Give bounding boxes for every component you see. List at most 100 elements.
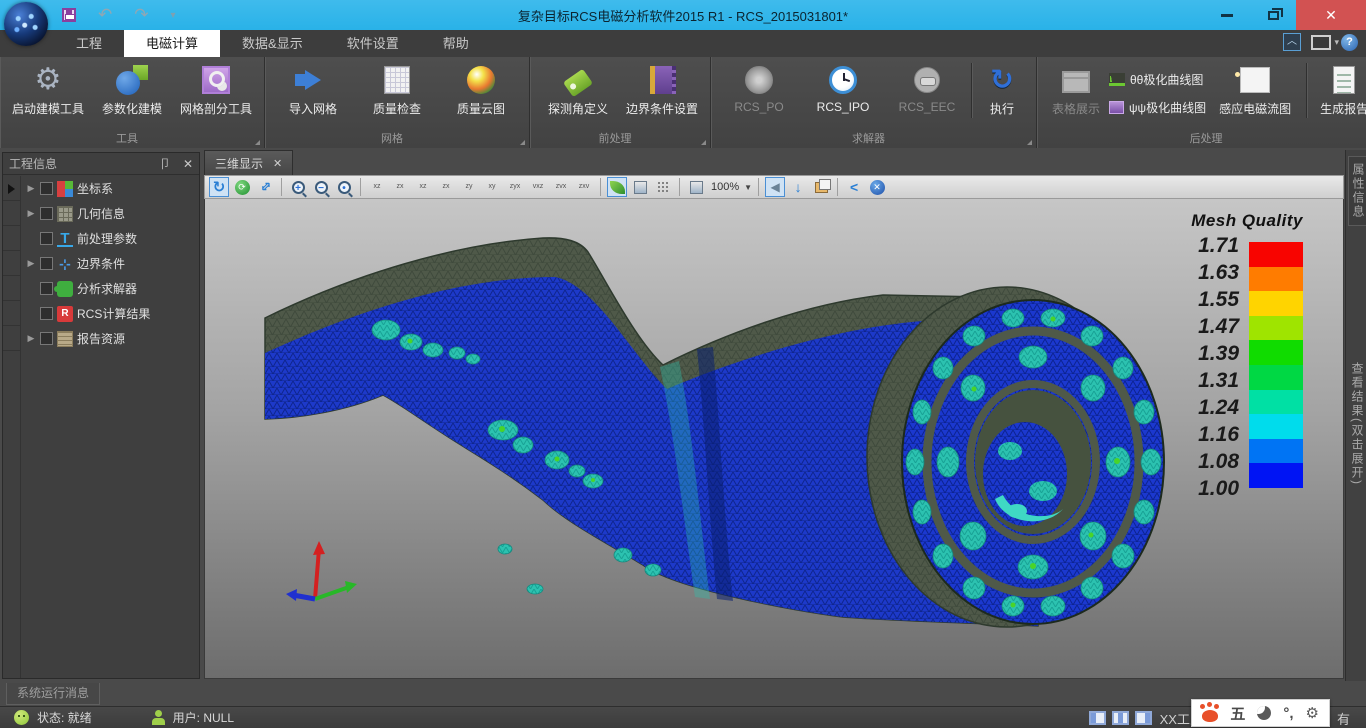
- checkbox[interactable]: [40, 257, 53, 270]
- tab-data-display[interactable]: 数据&显示: [220, 30, 325, 57]
- launch-modeling-tool-button[interactable]: ⚙ 启动建模工具: [6, 61, 90, 117]
- quality-check-button[interactable]: 质量检查: [355, 61, 439, 117]
- tab-close-icon[interactable]: ✕: [273, 157, 282, 170]
- mesh-partition-tool-button[interactable]: 网格剖分工具: [174, 61, 258, 117]
- group-expander-icon[interactable]: [255, 140, 260, 145]
- zoom-fit-button[interactable]: •: [334, 177, 354, 197]
- checkbox[interactable]: [40, 307, 53, 320]
- probe-angle-button[interactable]: 探测角定义: [536, 61, 620, 117]
- tab-em-computation[interactable]: 电磁计算: [124, 30, 220, 57]
- checkbox[interactable]: [40, 332, 53, 345]
- group-expander-icon[interactable]: [701, 140, 706, 145]
- group-expander-icon[interactable]: [520, 140, 525, 145]
- orbit-icon: ⟳: [235, 180, 250, 195]
- view-preset-button[interactable]: zy: [459, 177, 479, 197]
- boundary-condition-settings-button[interactable]: 边界条件设置: [620, 61, 704, 117]
- tree-item-preprocess-params[interactable]: T 前处理参数: [21, 226, 199, 251]
- expand-icon[interactable]: ▶: [25, 183, 37, 194]
- tree-item-boundary-conditions[interactable]: ▶ ⊹ 边界条件: [21, 251, 199, 276]
- execute-button[interactable]: ↻ 执行: [974, 61, 1030, 117]
- ime-moon-icon[interactable]: [1257, 706, 1271, 720]
- flat-shade-button[interactable]: [630, 177, 650, 197]
- rotate-view-button[interactable]: ↻: [209, 177, 229, 197]
- collapse-ribbon-icon[interactable]: ︿: [1283, 33, 1301, 51]
- view-preset-button[interactable]: zxv: [574, 177, 594, 197]
- viewport-3d[interactable]: Mesh Quality 1.711.63 1.551.47 1.391.31 …: [204, 199, 1344, 679]
- viewports-button[interactable]: [811, 177, 831, 197]
- zoom-dropdown-icon[interactable]: ▼: [744, 183, 752, 192]
- tab-view-results[interactable]: 查看结果(双击展开): [1349, 362, 1366, 486]
- view-preset-button[interactable]: xz: [367, 177, 387, 197]
- layout-right-panel-icon[interactable]: [1135, 711, 1152, 725]
- checkbox[interactable]: [40, 207, 53, 220]
- view-preset-button[interactable]: vxz: [528, 177, 548, 197]
- group-caption-mesh: 网格: [265, 130, 519, 146]
- tab-property-info[interactable]: 属性信息: [1348, 156, 1366, 226]
- panel-close-icon[interactable]: ✕: [183, 157, 193, 171]
- tab-help[interactable]: 帮助: [421, 30, 491, 57]
- group-expander-icon[interactable]: [1027, 140, 1032, 145]
- tab-system-messages[interactable]: 系统运行消息: [6, 683, 100, 705]
- import-mesh-button[interactable]: 导入网格: [271, 61, 355, 117]
- green-chart-icon: [1109, 73, 1125, 86]
- zoom-region-button[interactable]: [686, 177, 706, 197]
- help-icon[interactable]: ?: [1341, 34, 1358, 51]
- table-display-button: 表格展示: [1043, 61, 1109, 117]
- smooth-shade-button[interactable]: [607, 177, 627, 197]
- user-icon: [152, 710, 165, 725]
- theta-polar-curve-button[interactable]: θθ极化曲线图: [1109, 67, 1206, 91]
- tree-item-coordinate-system[interactable]: ▶ 坐标系: [21, 176, 199, 201]
- layout-middle-panel-icon[interactable]: [1112, 711, 1129, 725]
- checkbox[interactable]: [40, 232, 53, 245]
- group-caption-preprocess: 前处理: [530, 130, 700, 146]
- quality-contour-button[interactable]: 质量云图: [439, 61, 523, 117]
- pan-button[interactable]: ⇕: [255, 177, 275, 197]
- ime-mode-label[interactable]: 五: [1230, 703, 1245, 724]
- share-view-button[interactable]: <: [844, 177, 864, 197]
- ime-punctuation-label[interactable]: °,: [1283, 705, 1293, 722]
- save-view-button[interactable]: ↓: [788, 177, 808, 197]
- tree-item-geometry-info[interactable]: ▶ 几何信息: [21, 201, 199, 226]
- checkbox[interactable]: [40, 282, 53, 295]
- close-button[interactable]: ✕: [1296, 0, 1366, 30]
- ime-settings-gear-icon[interactable]: ⚙: [1306, 704, 1319, 722]
- expand-icon[interactable]: ▶: [25, 208, 37, 219]
- checkbox[interactable]: [40, 182, 53, 195]
- expand-icon[interactable]: ▶: [25, 258, 37, 269]
- induced-current-map-button[interactable]: 感应电磁流图: [1206, 61, 1304, 117]
- view-preset-button[interactable]: xz: [413, 177, 433, 197]
- zoom-level-value[interactable]: 100%: [711, 181, 739, 193]
- rcs-ipo-button[interactable]: RCS_IPO: [801, 61, 885, 114]
- minimize-button[interactable]: [1204, 0, 1250, 30]
- previous-view-icon: ◀: [770, 180, 779, 194]
- orbit-button[interactable]: ⟳: [232, 177, 252, 197]
- view-preset-button[interactable]: zx: [436, 177, 456, 197]
- restore-button[interactable]: [1250, 0, 1296, 30]
- ime-logo-paw-icon[interactable]: [1202, 710, 1218, 722]
- pin-icon[interactable]: 卩: [159, 155, 171, 172]
- tab-software-settings[interactable]: 软件设置: [325, 30, 421, 57]
- tab-project[interactable]: 工程: [54, 30, 124, 57]
- generate-report-button[interactable]: 生成报告: [1309, 61, 1366, 117]
- app-logo-icon[interactable]: [4, 2, 48, 46]
- tree-item-analysis-solver[interactable]: 分析求解器: [21, 276, 199, 301]
- ime-toolbar[interactable]: 五 °, ⚙: [1191, 699, 1330, 727]
- wireframe-button[interactable]: [653, 177, 673, 197]
- close-view-button[interactable]: ✕: [867, 177, 887, 197]
- view-preset-button[interactable]: zx: [390, 177, 410, 197]
- parametric-modeling-button[interactable]: 参数化建模: [90, 61, 174, 117]
- display-style-icon[interactable]: [1311, 35, 1331, 50]
- layout-left-panel-icon[interactable]: [1089, 711, 1106, 725]
- previous-view-button[interactable]: ◀: [765, 177, 785, 197]
- table-icon: [1062, 71, 1090, 93]
- psi-polar-curve-button[interactable]: ψψ极化曲线图: [1109, 95, 1206, 119]
- tab-3d-display[interactable]: 三维显示 ✕: [204, 150, 293, 175]
- tree-item-rcs-results[interactable]: R RCS计算结果: [21, 301, 199, 326]
- tree-item-report-resources[interactable]: ▶ 报告资源: [21, 326, 199, 351]
- expand-icon[interactable]: ▶: [25, 333, 37, 344]
- view-preset-button[interactable]: zvx: [551, 177, 571, 197]
- view-preset-button[interactable]: zyx: [505, 177, 525, 197]
- zoom-out-button[interactable]: −: [311, 177, 331, 197]
- view-preset-button[interactable]: xy: [482, 177, 502, 197]
- zoom-in-button[interactable]: +: [288, 177, 308, 197]
